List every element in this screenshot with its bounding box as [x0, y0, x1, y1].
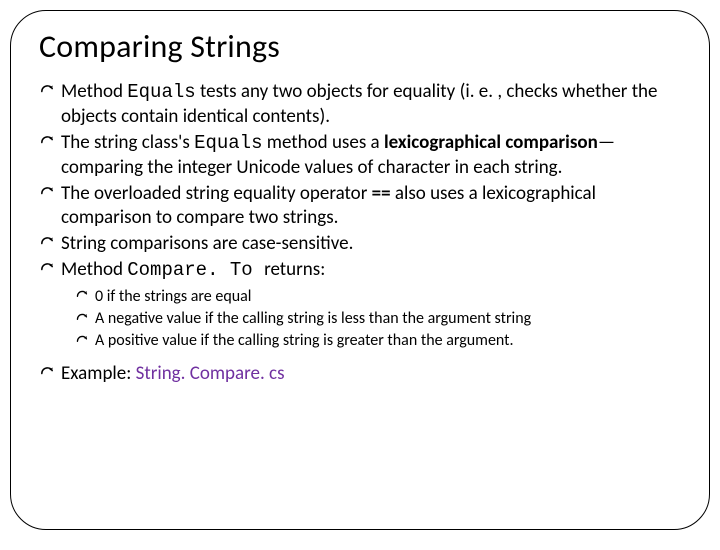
bullet-1-pre: Method: [61, 80, 127, 103]
bullet-3-pre: The overloaded string equality operator: [61, 182, 372, 205]
bullet-4-text: String comparisons are case-sensitive.: [61, 232, 353, 255]
sub-bullet-list: 0 if the strings are equal A negative va…: [61, 287, 681, 352]
bullet-5-pre: Method: [61, 258, 127, 281]
bullet-2-bold: lexicographical comparison: [384, 131, 598, 154]
bullet-5-code: Compare. To: [127, 259, 264, 281]
bullet-5: Method Compare. To returns: 0 if the str…: [39, 258, 681, 352]
sub-bullet-2-text: A negative value if the calling string i…: [95, 309, 531, 328]
sub-bullet-1-text: 0 if the strings are equal: [95, 287, 251, 306]
slide-title: Comparing Strings: [39, 27, 683, 66]
bullet-4: String comparisons are case-sensitive.: [39, 232, 681, 256]
bullet-2-code: Equals: [194, 132, 262, 154]
slide-frame: Comparing Strings Method Equals tests an…: [10, 10, 710, 530]
bullet-6-pre: Example:: [61, 362, 136, 385]
bullet-5-post: returns:: [264, 258, 325, 281]
bullet-1-code: Equals: [127, 81, 195, 103]
bullet-6: Example: String. Compare. cs: [39, 362, 681, 386]
bullet-2: The string class's Equals method uses a …: [39, 131, 681, 180]
bullet-3-bold: ==: [372, 182, 391, 205]
bullet-6-link: String. Compare. cs: [136, 362, 285, 385]
sub-bullet-3: A positive value if the calling string i…: [75, 331, 681, 351]
bullet-2-pre: The string class's: [61, 131, 194, 154]
sub-bullet-1: 0 if the strings are equal: [75, 287, 681, 307]
bullet-2-mid: method uses a: [262, 131, 383, 154]
sub-bullet-3-text: A positive value if the calling string i…: [95, 331, 514, 350]
bullet-list: Method Equals tests any two objects for …: [37, 80, 683, 386]
bullet-1: Method Equals tests any two objects for …: [39, 80, 681, 129]
sub-bullet-2: A negative value if the calling string i…: [75, 309, 681, 329]
bullet-3: The overloaded string equality operator …: [39, 182, 681, 230]
